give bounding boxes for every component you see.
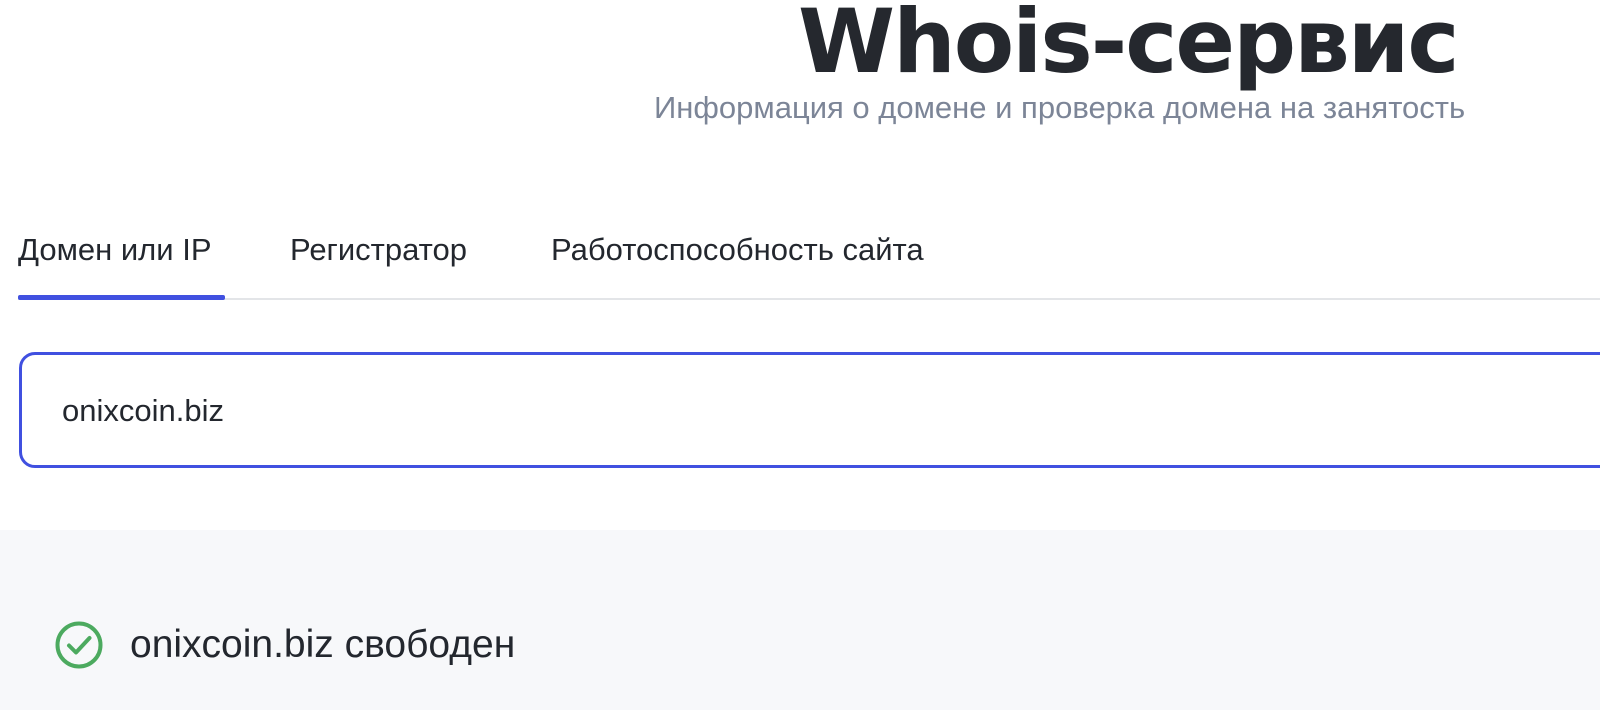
availability-result: onixcoin.biz свободен <box>54 620 515 670</box>
tab-site-uptime[interactable]: Работоспособность сайта <box>551 226 924 298</box>
tab-label: Домен или IP <box>18 232 212 267</box>
tab-registrar[interactable]: Регистратор <box>290 226 467 298</box>
tab-label: Регистратор <box>290 232 468 267</box>
domain-search-input[interactable] <box>62 383 1462 439</box>
page-title: Whois-сервис <box>798 0 1460 93</box>
tab-label: Работоспособность сайта <box>551 232 924 267</box>
page-subtitle: Информация о домене и проверка домена на… <box>654 90 1466 125</box>
result-panel: onixcoin.biz свободен <box>0 530 1600 710</box>
availability-text: onixcoin.biz свободен <box>130 623 516 666</box>
check-circle-icon <box>54 620 104 670</box>
domain-search-field[interactable] <box>19 352 1600 468</box>
tab-domain-or-ip[interactable]: Домен или IP <box>18 226 225 300</box>
whois-page: Whois-сервис Информация о домене и прове… <box>0 0 1600 710</box>
tab-bar: Домен или IP Регистратор Работоспособнос… <box>18 226 1600 300</box>
